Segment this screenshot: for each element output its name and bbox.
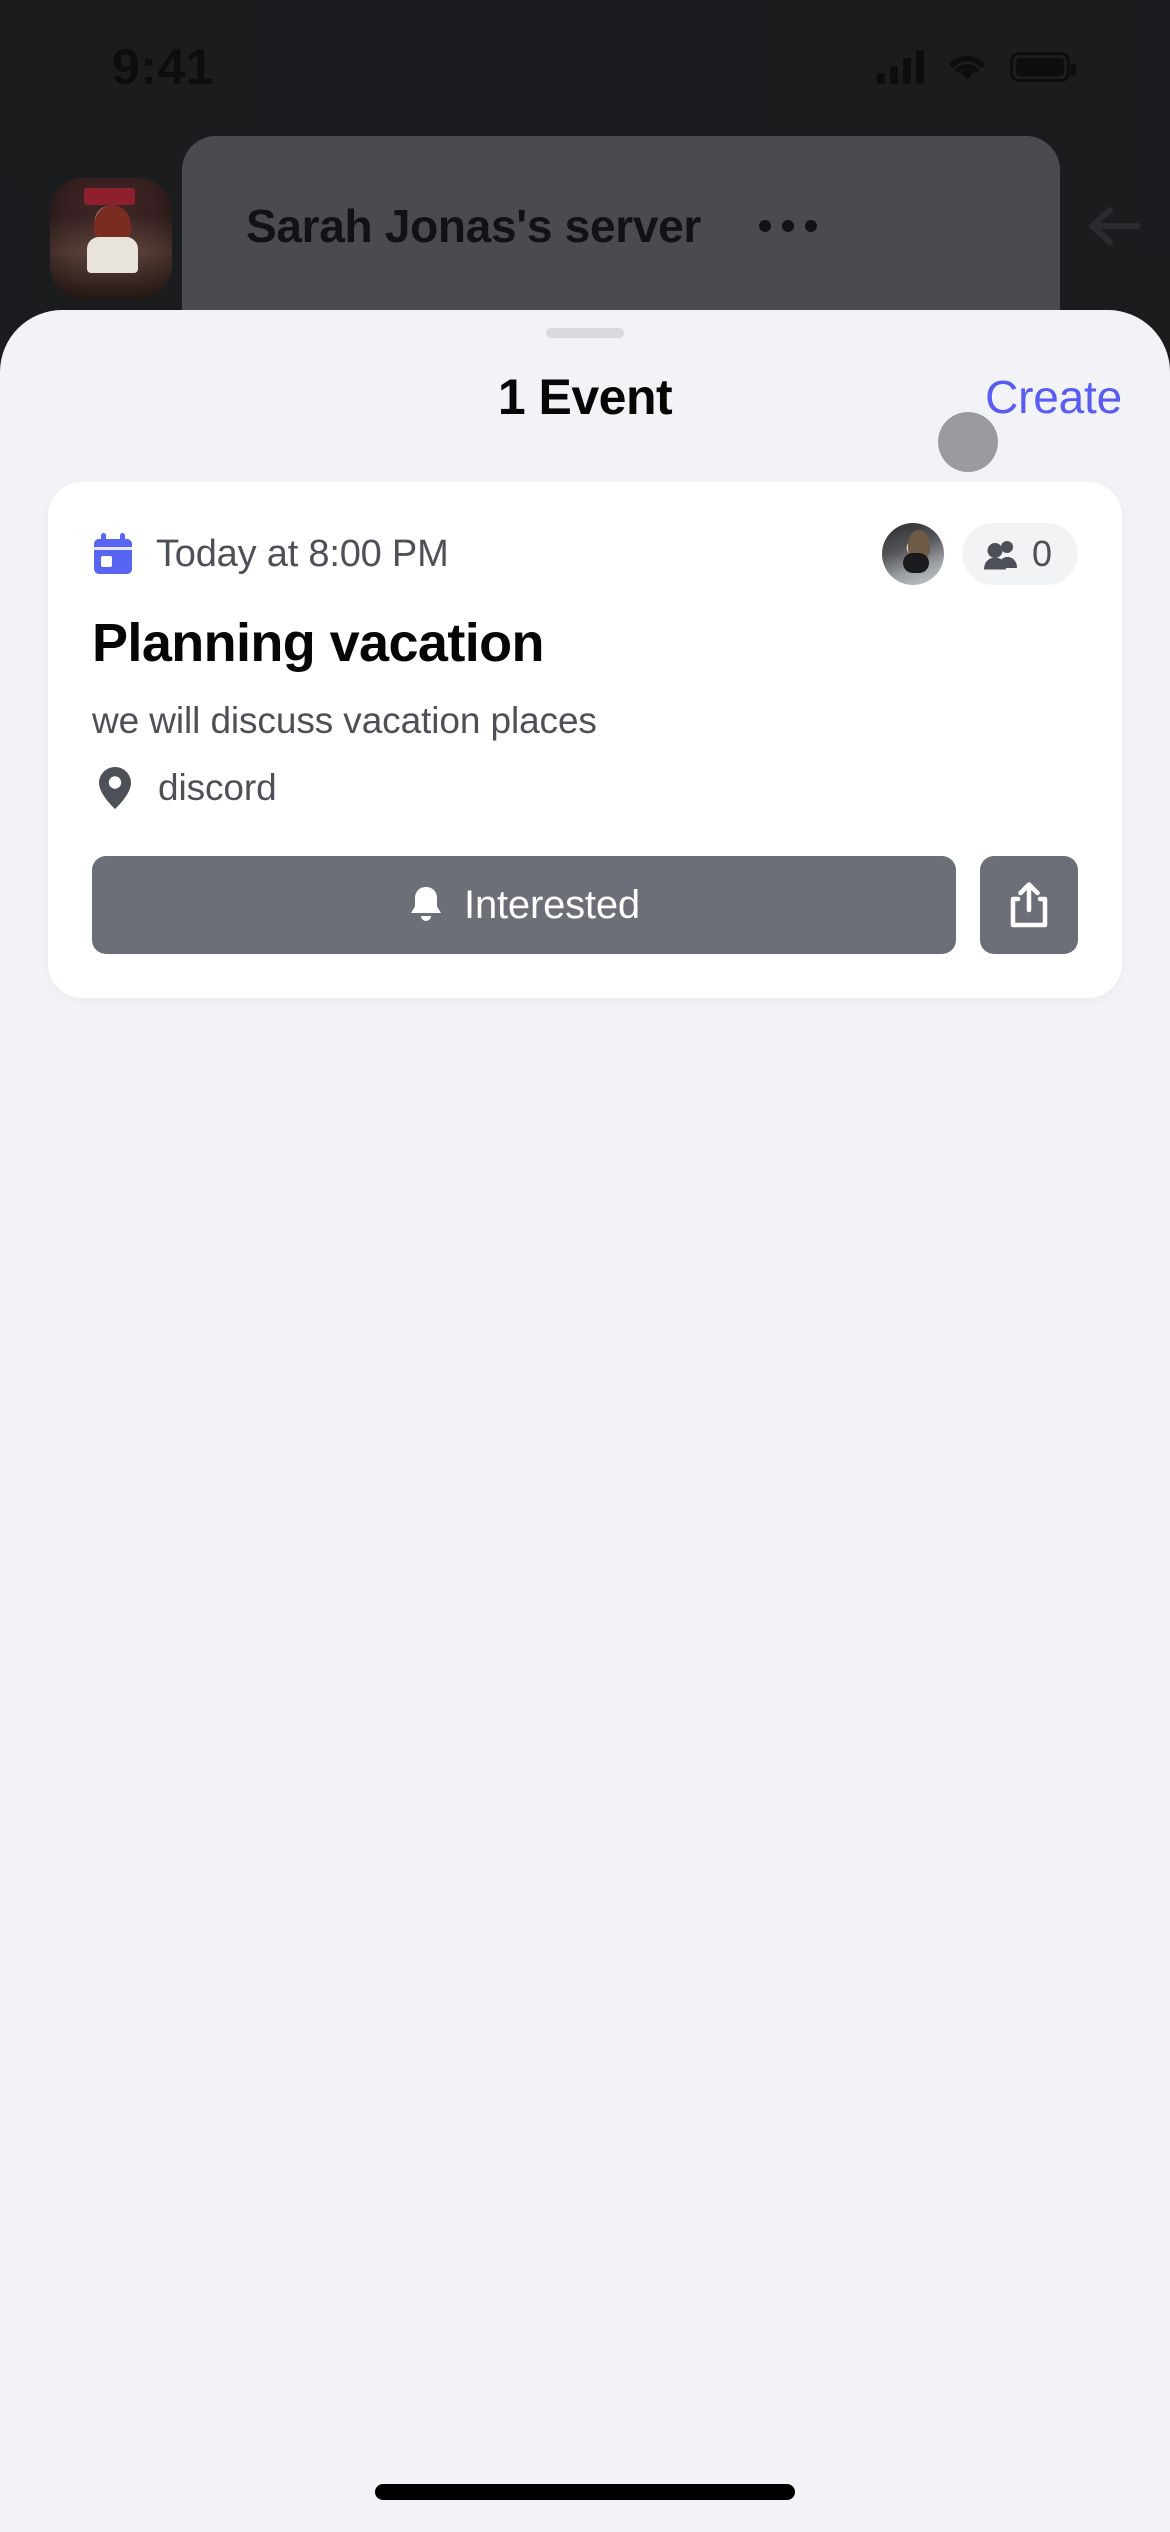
interested-label: Interested: [464, 882, 640, 927]
dot: [759, 220, 772, 232]
status-bar-time: 9:41: [112, 39, 215, 95]
bell-icon: [411, 887, 442, 921]
event-title: Planning vacation: [92, 613, 544, 673]
event-location-label: discord: [158, 767, 277, 808]
event-card-header: Today at 8:00 PM 0: [92, 522, 1078, 586]
status-bar-icons: [877, 50, 1076, 84]
event-datetime: Today at 8:00 PM: [92, 532, 449, 576]
share-button[interactable]: [980, 856, 1078, 954]
event-location: discord: [92, 766, 1078, 810]
event-description: we will discuss vacation places: [92, 700, 597, 741]
dot: [805, 220, 818, 232]
create-event-button[interactable]: Create: [985, 370, 1122, 424]
more-options-icon[interactable]: [759, 220, 818, 232]
interested-button[interactable]: Interested: [92, 856, 956, 954]
events-bottom-sheet: 1 Event Create Today at 8:00 PM 0 Planni…: [0, 310, 1170, 2532]
server-avatar-sign: [84, 187, 136, 205]
event-actions: Interested: [92, 856, 1078, 954]
server-avatar[interactable]: [50, 178, 172, 300]
people-icon: [983, 541, 1017, 570]
server-avatar-shirt: [86, 236, 138, 274]
server-header-panel: Sarah Jonas's server: [182, 136, 1060, 316]
status-bar: 9:41: [0, 0, 1170, 120]
event-card[interactable]: Today at 8:00 PM 0 Planning vacation we …: [48, 482, 1122, 998]
page-title: 1 Event: [497, 369, 673, 425]
attendee-count-value: 0: [1031, 533, 1052, 574]
share-icon: [1010, 882, 1048, 928]
host-avatar[interactable]: [881, 523, 944, 585]
wifi-icon: [949, 56, 985, 80]
event-card-meta: 0: [881, 523, 1078, 585]
attendee-count-badge[interactable]: 0: [961, 523, 1078, 585]
calendar-icon: [94, 533, 132, 574]
event-datetime-label: Today at 8:00 PM: [156, 532, 449, 575]
cellular-signal-icon: [877, 50, 924, 84]
home-indicator[interactable]: [375, 2484, 795, 2500]
dot: [782, 220, 795, 232]
drag-handle[interactable]: [546, 328, 624, 338]
server-name: Sarah Jonas's server: [246, 200, 702, 252]
battery-icon: [1010, 52, 1076, 82]
location-pin-icon: [99, 767, 131, 809]
host-avatar-top: [903, 552, 930, 573]
tap-indicator: [938, 412, 998, 472]
app-navigation-bar: Sarah Jonas's server: [0, 136, 1170, 336]
server-rail: [0, 186, 28, 336]
back-arrow-icon[interactable]: [1060, 136, 1170, 316]
